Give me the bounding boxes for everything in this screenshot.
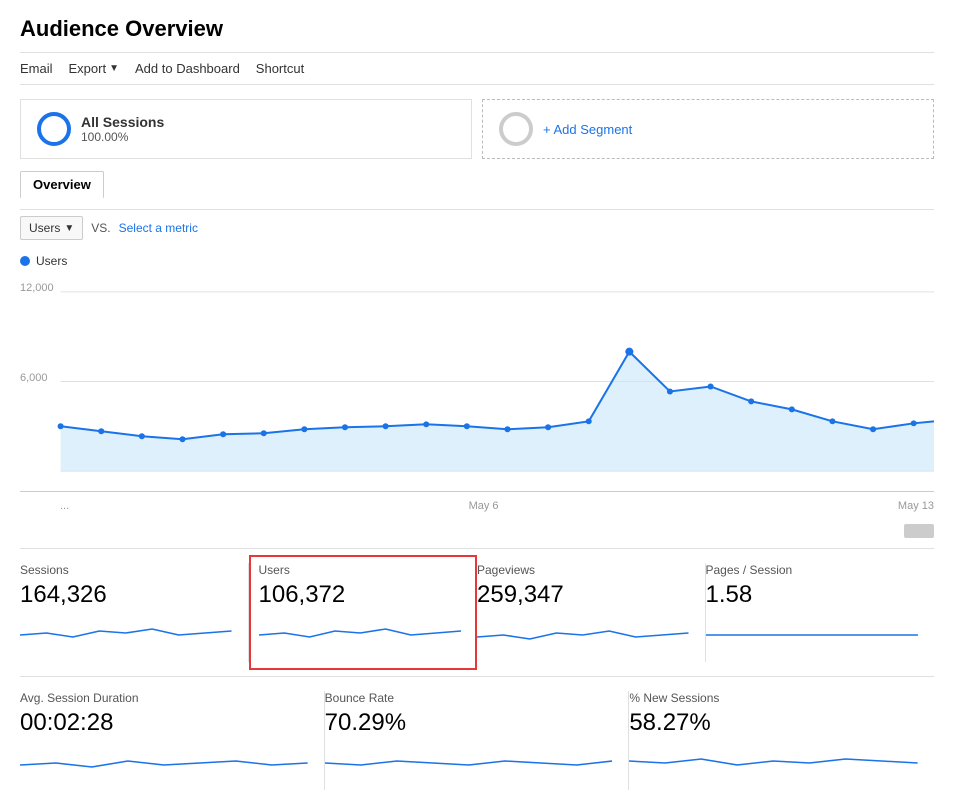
select-metric-link[interactable]: Select a metric [119,221,198,235]
segments-row: All Sessions 100.00% + Add Segment [20,99,934,159]
x-label-may6: May 6 [469,500,499,512]
mini-chart-new-sessions [629,743,918,775]
all-sessions-segment: All Sessions 100.00% [20,99,472,159]
stat-sessions-label: Sessions [20,563,232,577]
stat-new-sessions-value: 58.27% [629,709,918,737]
overview-tab[interactable]: Overview [20,171,104,199]
toolbar: Email Export ▼ Add to Dashboard Shortcut [20,52,934,85]
stat-pageviews: Pageviews 259,347 [477,563,706,662]
stat-pages-per-session-label: Pages / Session [706,563,919,577]
stat-pageviews-value: 259,347 [477,581,689,609]
overview-tab-row: Overview [20,171,934,199]
shortcut-button[interactable]: Shortcut [256,61,304,76]
email-button[interactable]: Email [20,61,53,76]
legend-label: Users [36,254,67,268]
stat-pageviews-label: Pageviews [477,563,689,577]
mini-chart-users [259,615,462,647]
mini-chart-pageviews [477,615,689,647]
segment-icon [37,112,71,146]
vs-label: VS. [91,221,110,235]
legend-dot [20,256,30,266]
stats-row-2: Avg. Session Duration 00:02:28 Bounce Ra… [20,676,934,790]
mini-chart-pages-session [706,615,919,647]
chart-svg [20,272,934,491]
add-to-dashboard-button[interactable]: Add to Dashboard [135,61,240,76]
stat-bounce-rate: Bounce Rate 70.29% [325,691,630,790]
primary-metric-dropdown[interactable]: Users ▼ [20,216,83,240]
chart-container: 12,000 6,000 [20,272,934,492]
scrollbar-handle[interactable] [904,524,934,538]
stat-sessions-value: 164,326 [20,581,232,609]
mini-chart-avg-duration [20,743,308,775]
stat-bounce-rate-label: Bounce Rate [325,691,613,705]
stat-avg-duration-value: 00:02:28 [20,709,308,737]
page-title: Audience Overview [20,16,934,42]
stat-users-label: Users [259,563,462,577]
stat-new-sessions: % New Sessions 58.27% [629,691,934,790]
stat-pages-per-session: Pages / Session 1.58 [706,563,935,662]
y-label-top: 12,000 [20,282,54,294]
stat-avg-duration-label: Avg. Session Duration [20,691,308,705]
stats-row-1: Sessions 164,326 Users 106,372 Pageviews… [20,548,934,662]
segment-percent: 100.00% [81,130,164,144]
stat-sessions: Sessions 164,326 [20,563,249,662]
add-segment-box[interactable]: + Add Segment [482,99,934,159]
y-label-mid: 6,000 [20,372,48,384]
export-button[interactable]: Export ▼ [69,61,119,76]
stat-pages-per-session-value: 1.58 [706,581,919,609]
metric-row: Users ▼ VS. Select a metric [20,209,934,246]
stat-bounce-rate-value: 70.29% [325,709,613,737]
stat-avg-session-duration: Avg. Session Duration 00:02:28 [20,691,325,790]
add-segment-label[interactable]: + Add Segment [543,122,632,137]
segment-name: All Sessions [81,114,164,130]
x-label-start: ... [60,500,69,512]
mini-chart-bounce-rate [325,743,613,775]
legend-row: Users [20,254,934,268]
stat-users: Users 106,372 [249,555,478,670]
export-dropdown-arrow: ▼ [109,63,119,74]
chart-x-labels: ... May 6 May 13 [20,496,934,516]
mini-chart-sessions [20,615,232,647]
chart-scrollbar [20,524,934,538]
x-label-may13: May 13 [898,500,934,512]
add-segment-icon [499,112,533,146]
metric-dropdown-arrow: ▼ [64,223,74,234]
stat-users-value: 106,372 [259,581,462,609]
stat-new-sessions-label: % New Sessions [629,691,918,705]
